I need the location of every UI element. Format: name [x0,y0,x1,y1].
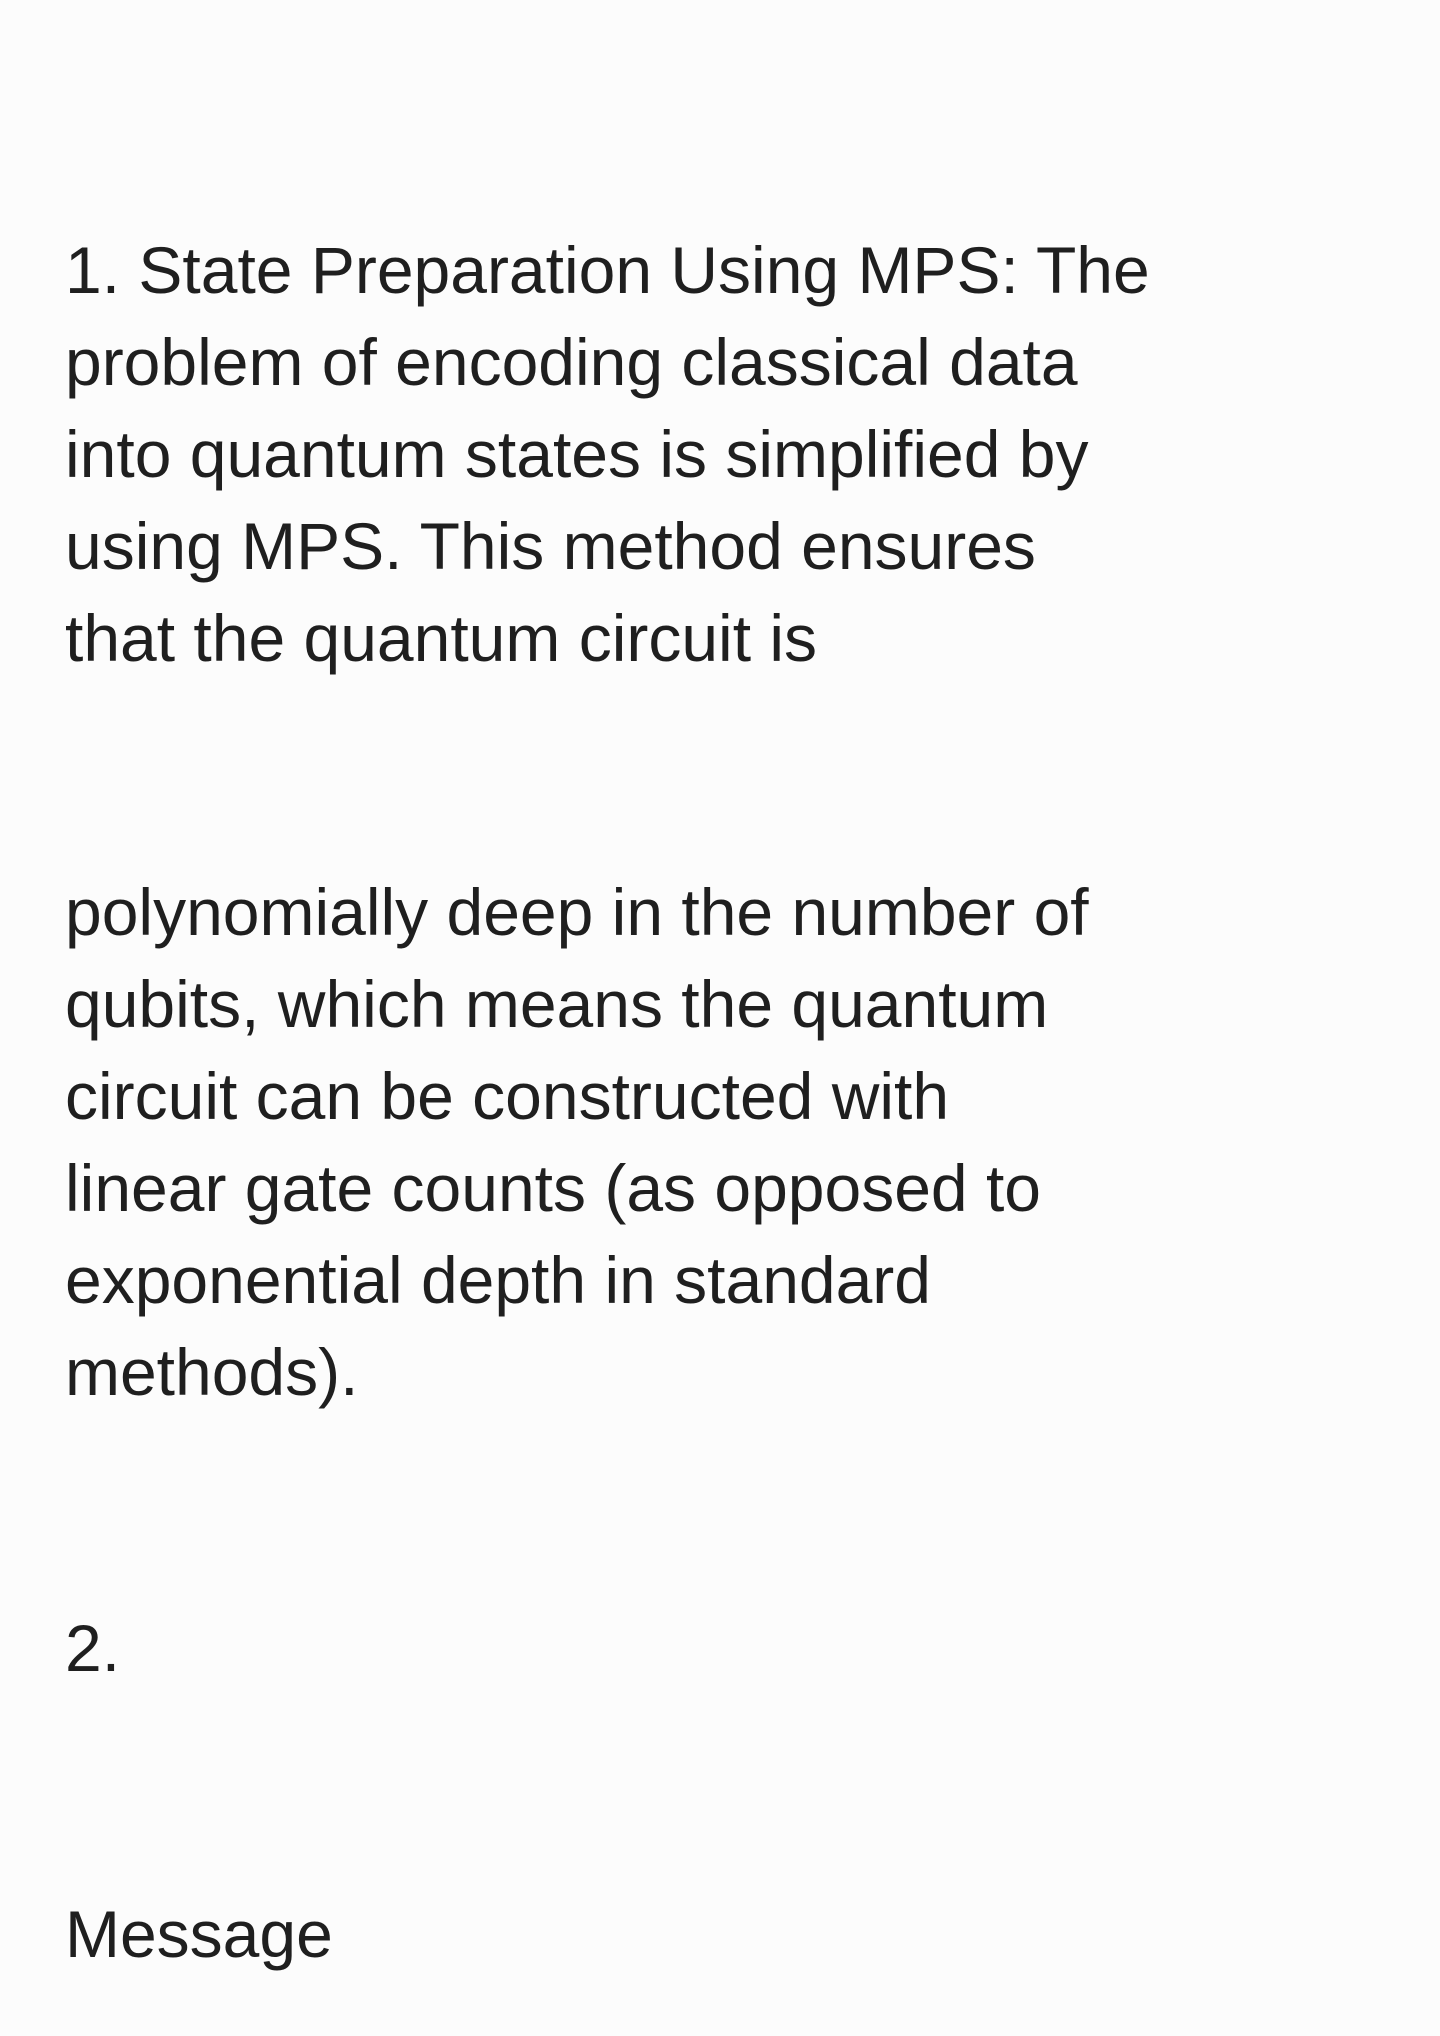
message-paragraph: 2. [65,1611,121,1685]
message-input[interactable] [65,1884,1365,1984]
message-paragraph: polynomially deep in the number of qubit… [65,875,1089,1409]
message-paragraph: 1. State Preparation Using MPS: The prob… [65,233,1150,675]
chat-screen: 1. State Preparation Using MPS: The prob… [0,0,1440,2036]
message-composer [0,1860,1440,2036]
